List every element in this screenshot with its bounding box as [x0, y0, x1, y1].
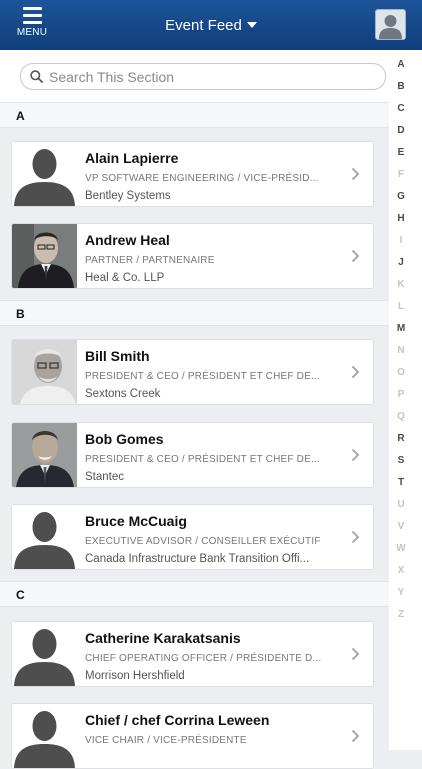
attendee-name: Andrew Heal: [85, 232, 170, 248]
attendee-role: VP SOFTWARE ENGINEERING / VICE-PRÉSID...: [85, 173, 319, 184]
person-photo: [12, 423, 77, 487]
attendee-name: Catherine Karakatsanis: [85, 630, 241, 646]
chevron-right-icon: [351, 167, 360, 181]
person-placeholder-icon: [12, 505, 77, 569]
person-photo: [12, 340, 77, 404]
index-letter-p[interactable]: P: [389, 389, 413, 400]
index-letter-m[interactable]: M: [389, 323, 413, 334]
index-letter-x[interactable]: X: [389, 565, 413, 576]
attendee-name: Alain Lapierre: [85, 150, 179, 166]
search-bar: [0, 50, 389, 102]
attendee-name: Bill Smith: [85, 348, 150, 364]
index-letter-g[interactable]: G: [389, 191, 413, 202]
index-letter-u[interactable]: U: [389, 499, 413, 510]
user-avatar-icon: [376, 10, 405, 39]
search-field[interactable]: [20, 63, 386, 90]
index-letter-z[interactable]: Z: [389, 609, 413, 620]
index-letter-v[interactable]: V: [389, 521, 413, 532]
chevron-right-icon: [351, 530, 360, 544]
section-letter: A: [16, 109, 25, 123]
index-letter-a[interactable]: A: [389, 59, 413, 70]
person-photo: [12, 224, 77, 288]
attendee-name: Bruce McCuaig: [85, 513, 187, 529]
attendee-card[interactable]: Bill Smith PRESIDENT & CEO / PRÉSIDENT E…: [11, 339, 374, 405]
index-letter-o[interactable]: O: [389, 367, 413, 378]
chevron-right-icon: [351, 729, 360, 743]
section-header-b: B: [0, 300, 389, 326]
event-feed-dropdown[interactable]: Event Feed: [0, 17, 422, 34]
attendee-name: Bob Gomes: [85, 431, 164, 447]
caret-down-icon: [246, 22, 257, 28]
attendee-card[interactable]: Chief / chef Corrina Leween VICE CHAIR /…: [11, 703, 374, 769]
index-letter-i[interactable]: I: [389, 235, 413, 246]
attendee-role: PRESIDENT & CEO / PRÉSIDENT ET CHEF DE..…: [85, 454, 320, 465]
section-header-c: C: [0, 581, 389, 607]
search-icon: [30, 70, 43, 83]
index-letter-f[interactable]: F: [389, 169, 413, 180]
index-letter-w[interactable]: W: [389, 543, 413, 554]
attendee-company: Sextons Creek: [85, 388, 161, 400]
index-letter-n[interactable]: N: [389, 345, 413, 356]
index-letter-t[interactable]: T: [389, 477, 413, 488]
attendee-name: Chief / chef Corrina Leween: [85, 712, 270, 728]
index-letter-l[interactable]: L: [389, 301, 413, 312]
index-letter-e[interactable]: E: [389, 147, 413, 158]
index-letter-b[interactable]: B: [389, 81, 413, 92]
attendee-company: Heal & Co. LLP: [85, 272, 165, 284]
index-letter-c[interactable]: C: [389, 103, 413, 114]
person-placeholder-icon: [12, 622, 77, 686]
person-placeholder-icon: [12, 142, 77, 206]
person-placeholder-icon: [12, 704, 77, 768]
attendee-company: Morrison Hershfield: [85, 670, 185, 682]
section-letter: B: [16, 307, 25, 321]
chevron-right-icon: [351, 249, 360, 263]
index-letter-q[interactable]: Q: [389, 411, 413, 422]
chevron-right-icon: [351, 448, 360, 462]
attendee-card[interactable]: Catherine Karakatsanis CHIEF OPERATING O…: [11, 621, 374, 687]
attendee-role: EXECUTIVE ADVISOR / CONSEILLER EXÉCUTIF: [85, 536, 321, 547]
index-letter-s[interactable]: S: [389, 455, 413, 466]
index-letter-y[interactable]: Y: [389, 587, 413, 598]
attendee-card[interactable]: Bruce McCuaig EXECUTIVE ADVISOR / CONSEI…: [11, 504, 374, 570]
attendee-card[interactable]: Alain Lapierre VP SOFTWARE ENGINEERING /…: [11, 141, 374, 207]
search-input[interactable]: [47, 67, 371, 87]
index-letter-r[interactable]: R: [389, 433, 413, 444]
index-letter-d[interactable]: D: [389, 125, 413, 136]
attendee-company: Canada Infrastructure Bank Transition Of…: [85, 553, 310, 565]
attendee-role: VICE CHAIR / VICE-PRÉSIDENTE: [85, 735, 247, 746]
page-title: Event Feed: [165, 17, 242, 34]
chevron-right-icon: [351, 647, 360, 661]
attendee-company: Stantec: [85, 471, 124, 483]
attendee-role: CHIEF OPERATING OFFICER / PRÉSIDENTE D..…: [85, 653, 322, 664]
attendee-company: Bentley Systems: [85, 190, 171, 202]
index-letter-k[interactable]: K: [389, 279, 413, 290]
attendee-card[interactable]: Bob Gomes PRESIDENT & CEO / PRÉSIDENT ET…: [11, 422, 374, 488]
attendee-card[interactable]: Andrew Heal PARTNER / PARTNENAIRE Heal &…: [11, 223, 374, 289]
alphabet-index[interactable]: ABCDEFGHIJKLMNOPQRSTUVWXYZ: [389, 50, 422, 750]
section-header-a: A: [0, 102, 389, 128]
index-letter-j[interactable]: J: [389, 257, 413, 268]
attendee-role: PARTNER / PARTNENAIRE: [85, 255, 215, 266]
index-letter-h[interactable]: H: [389, 213, 413, 224]
section-letter: C: [16, 588, 25, 602]
attendee-role: PRESIDENT & CEO / PRÉSIDENT ET CHEF DE..…: [85, 371, 320, 382]
top-bar: MENU Event Feed: [0, 0, 422, 50]
profile-avatar-button[interactable]: [375, 9, 406, 40]
chevron-right-icon: [351, 365, 360, 379]
